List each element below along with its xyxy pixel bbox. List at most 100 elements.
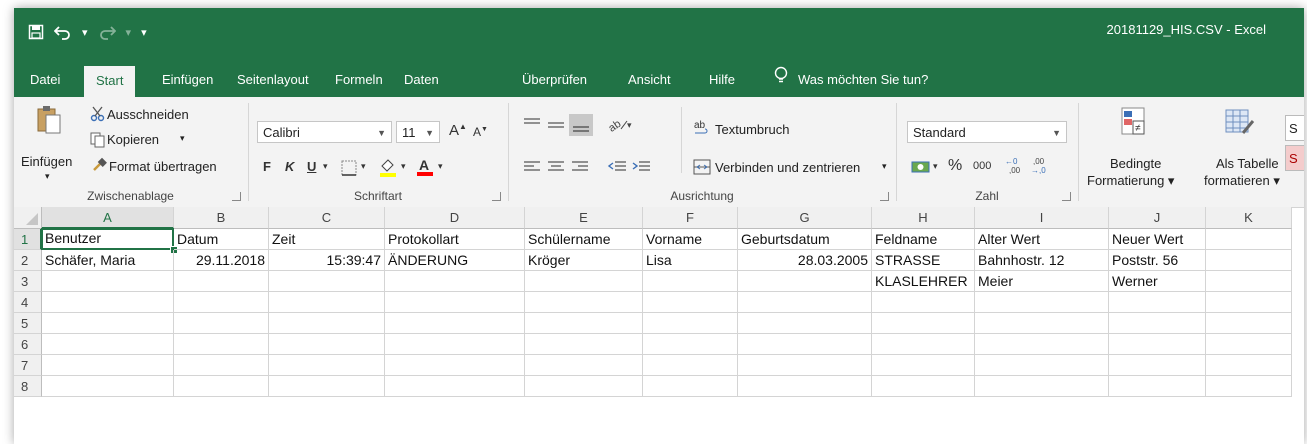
fill-dropdown-icon[interactable]: ▾	[401, 161, 406, 172]
cell-i3[interactable]: Meier	[975, 271, 1109, 292]
cell-a5[interactable]	[42, 313, 174, 334]
cell-k8[interactable]	[1206, 376, 1292, 397]
shrink-font-icon[interactable]: A▼	[473, 125, 488, 139]
copy-button[interactable]: Kopieren	[107, 132, 159, 147]
conditional-formatting-icon[interactable]: ≠	[1121, 107, 1147, 140]
tab-datei[interactable]: Datei	[28, 63, 62, 97]
increase-indent-icon[interactable]	[631, 159, 651, 178]
cell-f2[interactable]: Lisa	[643, 250, 738, 271]
cell-b1[interactable]: Datum	[174, 229, 269, 250]
currency-icon[interactable]	[911, 159, 931, 178]
cell-k6[interactable]	[1206, 334, 1292, 355]
bold-button[interactable]: F	[263, 159, 271, 174]
align-center-icon[interactable]	[547, 159, 565, 178]
cell-g8[interactable]	[738, 376, 872, 397]
align-left-icon[interactable]	[523, 159, 541, 178]
cell-h3[interactable]: KLASLEHRER	[872, 271, 975, 292]
cell-k2[interactable]	[1206, 250, 1292, 271]
align-top-icon[interactable]	[523, 117, 541, 136]
tab-einfuegen[interactable]: Einfügen	[160, 63, 215, 97]
row-header-8[interactable]: 8	[14, 376, 42, 397]
cell-e7[interactable]	[525, 355, 643, 376]
cell-c1[interactable]: Zeit	[269, 229, 385, 250]
cell-g1[interactable]: Geburtsdatum	[738, 229, 872, 250]
cell-d8[interactable]	[385, 376, 525, 397]
cell-b3[interactable]	[174, 271, 269, 292]
column-header-c[interactable]: C	[269, 207, 385, 229]
cell-h8[interactable]	[872, 376, 975, 397]
row-header-3[interactable]: 3	[14, 271, 42, 292]
cell-h2[interactable]: STRASSE	[872, 250, 975, 271]
column-header-b[interactable]: B	[174, 207, 269, 229]
conditional-formatting-label-2[interactable]: Formatierung ▾	[1087, 173, 1174, 189]
cell-j8[interactable]	[1109, 376, 1206, 397]
cut-button[interactable]: Ausschneiden	[107, 107, 189, 122]
cell-c4[interactable]	[269, 292, 385, 313]
cell-b2[interactable]: 29.11.2018	[174, 250, 269, 271]
cell-d7[interactable]	[385, 355, 525, 376]
column-header-k[interactable]: K	[1206, 207, 1292, 229]
tab-formeln[interactable]: Formeln	[333, 63, 385, 97]
cell-d4[interactable]	[385, 292, 525, 313]
tell-me-box[interactable]: Was möchten Sie tun?	[774, 63, 928, 97]
column-header-g[interactable]: G	[738, 207, 872, 229]
cell-f1[interactable]: Vorname	[643, 229, 738, 250]
cell-f5[interactable]	[643, 313, 738, 334]
align-right-icon[interactable]	[571, 159, 589, 178]
undo-dropdown-icon[interactable]: ▾	[82, 26, 88, 39]
cell-i8[interactable]	[975, 376, 1109, 397]
cell-f7[interactable]	[643, 355, 738, 376]
cell-b5[interactable]	[174, 313, 269, 334]
cell-d2[interactable]: ÄNDERUNG	[385, 250, 525, 271]
cell-d6[interactable]	[385, 334, 525, 355]
row-header-6[interactable]: 6	[14, 334, 42, 355]
cell-i4[interactable]	[975, 292, 1109, 313]
cell-k7[interactable]	[1206, 355, 1292, 376]
percent-button[interactable]: %	[948, 157, 962, 175]
cell-e5[interactable]	[525, 313, 643, 334]
thousands-button[interactable]: 000	[973, 160, 991, 172]
cell-d3[interactable]	[385, 271, 525, 292]
row-header-4[interactable]: 4	[14, 292, 42, 313]
border-icon[interactable]	[341, 160, 357, 179]
cell-c8[interactable]	[269, 376, 385, 397]
cell-k5[interactable]	[1206, 313, 1292, 334]
cell-a1[interactable]: Benutzer	[41, 228, 174, 250]
cell-c2[interactable]: 15:39:47	[269, 250, 385, 271]
column-header-f[interactable]: F	[643, 207, 738, 229]
border-dropdown-icon[interactable]: ▾	[361, 161, 366, 172]
number-format-box[interactable]: Standard ▼	[907, 121, 1067, 143]
cell-i1[interactable]: Alter Wert	[975, 229, 1109, 250]
tab-daten[interactable]: Daten	[402, 63, 441, 97]
row-header-5[interactable]: 5	[14, 313, 42, 334]
font-color-dropdown-icon[interactable]: ▾	[438, 161, 443, 172]
cell-j4[interactable]	[1109, 292, 1206, 313]
paste-button[interactable]: Einfügen	[21, 154, 72, 169]
cell-j7[interactable]	[1109, 355, 1206, 376]
cell-c7[interactable]	[269, 355, 385, 376]
cell-j2[interactable]: Poststr. 56	[1109, 250, 1206, 271]
tab-start[interactable]: Start	[84, 66, 136, 97]
undo-icon[interactable]	[54, 24, 72, 40]
align-middle-icon[interactable]	[547, 117, 565, 136]
column-header-h[interactable]: H	[872, 207, 975, 229]
decrease-indent-icon[interactable]	[607, 159, 627, 178]
cell-a8[interactable]	[42, 376, 174, 397]
cell-d1[interactable]: Protokollart	[385, 229, 525, 250]
cell-f6[interactable]	[643, 334, 738, 355]
cell-c6[interactable]	[269, 334, 385, 355]
cell-e2[interactable]: Kröger	[525, 250, 643, 271]
cell-h5[interactable]	[872, 313, 975, 334]
cell-e1[interactable]: Schülername	[525, 229, 643, 250]
cell-g3[interactable]	[738, 271, 872, 292]
cell-styles-bad-swatch[interactable]: S	[1285, 145, 1304, 171]
cell-a3[interactable]	[42, 271, 174, 292]
cell-b7[interactable]	[174, 355, 269, 376]
font-name-box[interactable]: Calibri ▼	[257, 121, 392, 143]
cell-g6[interactable]	[738, 334, 872, 355]
conditional-formatting-label-1[interactable]: Bedingte	[1110, 156, 1161, 171]
cell-e6[interactable]	[525, 334, 643, 355]
cell-e3[interactable]	[525, 271, 643, 292]
cell-f4[interactable]	[643, 292, 738, 313]
cell-a2[interactable]: Schäfer, Maria	[42, 250, 174, 271]
